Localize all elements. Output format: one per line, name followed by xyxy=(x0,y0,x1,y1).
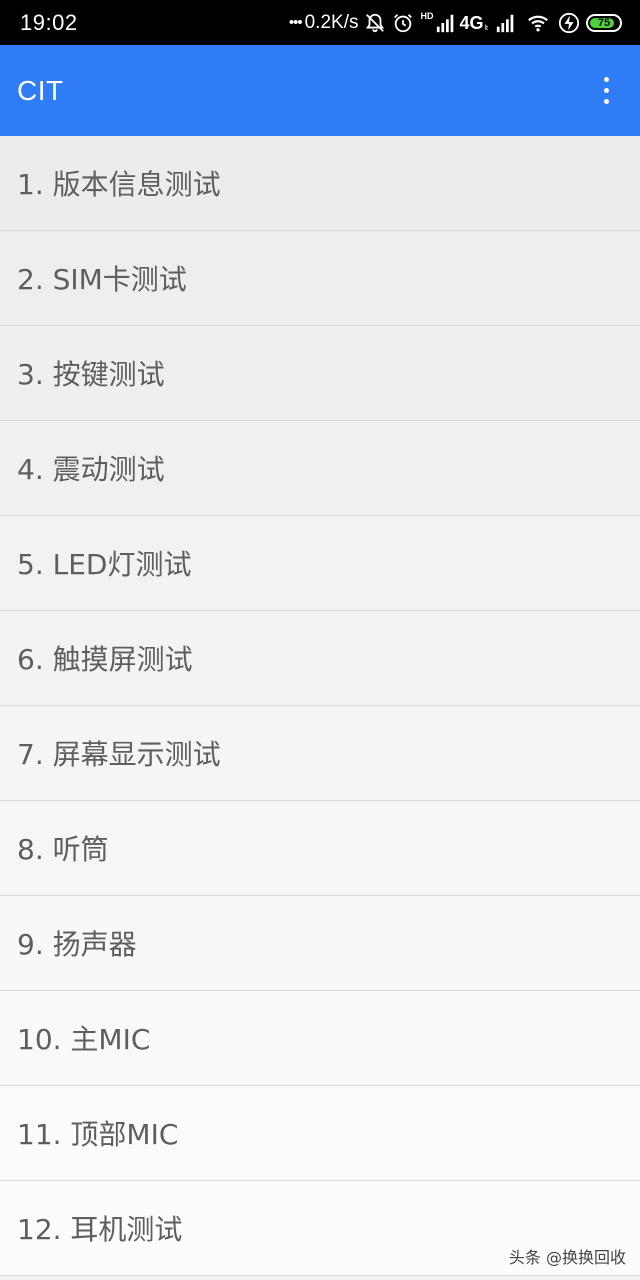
status-icons: ••• 0.2K/s HD 4G lt 75 xyxy=(289,10,622,34)
list-item[interactable]: 11. 顶部MIC xyxy=(0,1086,640,1181)
list-item[interactable]: 7. 屏幕显示测试 xyxy=(0,706,640,801)
list-item-label: 7. 屏幕显示测试 xyxy=(17,738,221,771)
watermark: 头条 @换换回收 xyxy=(508,1248,626,1267)
list-item[interactable]: 9. 扬声器 xyxy=(0,896,640,991)
list-item[interactable]: 6. 触摸屏测试 xyxy=(0,611,640,706)
list-item-label: 12. 耳机测试 xyxy=(17,1213,183,1246)
battery-level: 75 xyxy=(597,16,611,29)
list-item[interactable]: 1. 版本信息测试 xyxy=(0,136,640,231)
app-title: CIT xyxy=(17,74,64,106)
mute-bell-icon xyxy=(366,13,385,32)
list-item-label: 5. LED灯测试 xyxy=(17,548,192,581)
network-speed: ••• 0.2K/s xyxy=(289,12,359,34)
list-item-label: 11. 顶部MIC xyxy=(17,1118,179,1151)
wifi-icon xyxy=(528,15,548,32)
list-item-label: 4. 震动测试 xyxy=(17,453,165,486)
list-item-label: 10. 主MIC xyxy=(17,1023,151,1056)
app-bar: CIT xyxy=(0,45,640,136)
list-item-label: 8. 听筒 xyxy=(17,833,109,866)
list-item[interactable]: 4. 震动测试 xyxy=(0,421,640,516)
list-item-label: 1. 版本信息测试 xyxy=(17,168,221,201)
test-list: 1. 版本信息测试 2. SIM卡测试 3. 按键测试 4. 震动测试 5. LED灯测… xyxy=(0,136,640,1276)
more-dots-icon: ••• xyxy=(288,14,303,31)
hd-network-indicator: HD 4G lt xyxy=(420,10,489,34)
list-item-label: 6. 触摸屏测试 xyxy=(17,643,193,676)
list-item[interactable]: 8. 听筒 xyxy=(0,801,640,896)
list-item[interactable]: 3. 按键测试 xyxy=(0,326,640,421)
more-vert-icon[interactable] xyxy=(594,71,618,111)
hd-label: HD xyxy=(420,10,434,21)
alarm-icon xyxy=(394,13,413,32)
charging-icon xyxy=(558,12,580,33)
battery-icon: 75 xyxy=(586,13,622,32)
list-item-label: 9. 扬声器 xyxy=(17,928,137,961)
status-time: 19:02 xyxy=(20,9,78,35)
list-item[interactable]: 5. LED灯测试 xyxy=(0,516,640,611)
signal-icon-2 xyxy=(496,14,514,32)
list-item-label: 3. 按键测试 xyxy=(17,358,165,391)
network-sub: lt xyxy=(484,24,489,32)
network-speed-text: 0.2K/s xyxy=(304,11,359,33)
signal-icon xyxy=(437,14,454,32)
list-item[interactable]: 10. 主MIC xyxy=(0,991,640,1086)
network-type: 4G xyxy=(459,12,484,33)
list-item-label: 2. SIM卡测试 xyxy=(17,263,187,296)
status-bar: 19:02 ••• 0.2K/s HD 4G lt 75 xyxy=(0,0,640,45)
list-item[interactable]: 2. SIM卡测试 xyxy=(0,231,640,326)
